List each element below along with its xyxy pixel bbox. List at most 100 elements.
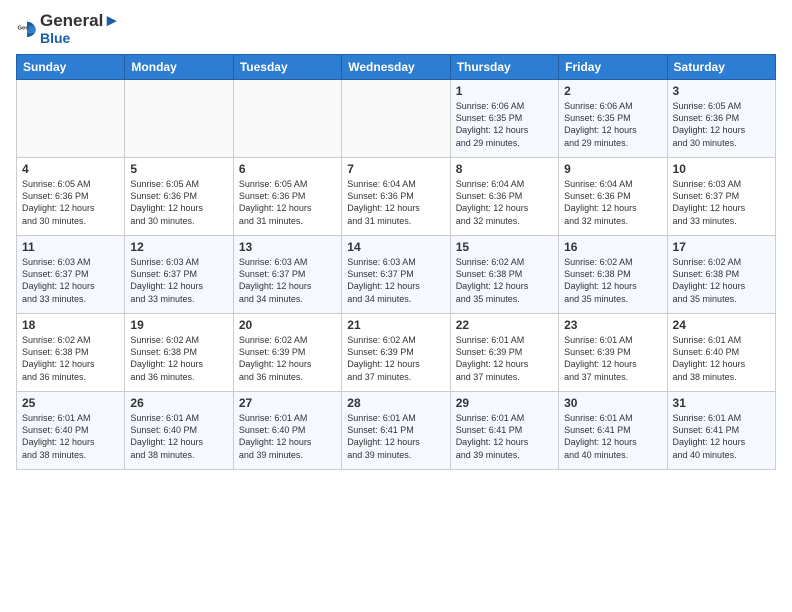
day-info: Sunrise: 6:02 AM Sunset: 6:38 PM Dayligh…	[22, 334, 119, 383]
calendar-cell: 27 Sunrise: 6:01 AM Sunset: 6:40 PM Dayli…	[233, 392, 341, 470]
calendar-cell: 10 Sunrise: 6:03 AM Sunset: 6:37 PM Dayli…	[667, 158, 775, 236]
day-info: Sunrise: 6:06 AM Sunset: 6:35 PM Dayligh…	[456, 100, 553, 149]
calendar-cell: 6Sunrise: 6:05 AM Sunset: 6:36 PM Daylig…	[233, 158, 341, 236]
day-number: 12	[130, 240, 227, 254]
calendar-cell: 20Sunrise: 6:02 AM Sunset: 6:39 PM Dayli…	[233, 314, 341, 392]
day-info: Sunrise: 6:02 AM Sunset: 6:39 PM Dayligh…	[347, 334, 444, 383]
day-number: 7	[347, 162, 444, 176]
day-info: Sunrise: 6:02 AM Sunset: 6:38 PM Dayligh…	[673, 256, 770, 305]
calendar-cell: 11 Sunrise: 6:03 AM Sunset: 6:37 PM Dayli…	[17, 236, 125, 314]
day-number: 23	[564, 318, 661, 332]
day-info: Sunrise: 6:04 AM Sunset: 6:36 PM Dayligh…	[347, 178, 444, 227]
logo: Gen General► Blue	[16, 12, 120, 46]
week-row-3: 11 Sunrise: 6:03 AM Sunset: 6:37 PM Dayli…	[17, 236, 776, 314]
calendar-cell	[17, 80, 125, 158]
calendar-cell: 1 Sunrise: 6:06 AM Sunset: 6:35 PM Daylig…	[450, 80, 558, 158]
day-number: 4	[22, 162, 119, 176]
calendar-cell: 18 Sunrise: 6:02 AM Sunset: 6:38 PM Dayli…	[17, 314, 125, 392]
day-number: 18	[22, 318, 119, 332]
svg-text:Gen: Gen	[17, 26, 29, 32]
weekday-header-wednesday: Wednesday	[342, 55, 450, 80]
day-info: Sunrise: 6:01 AM Sunset: 6:40 PM Dayligh…	[22, 412, 119, 461]
day-number: 26	[130, 396, 227, 410]
day-info: Sunrise: 6:01 AM Sunset: 6:40 PM Dayligh…	[239, 412, 336, 461]
calendar-cell: 13 Sunrise: 6:03 AM Sunset: 6:37 PM Dayli…	[233, 236, 341, 314]
calendar-cell: 7 Sunrise: 6:04 AM Sunset: 6:36 PM Daylig…	[342, 158, 450, 236]
calendar-cell: 12 Sunrise: 6:03 AM Sunset: 6:37 PM Dayli…	[125, 236, 233, 314]
day-number: 15	[456, 240, 553, 254]
calendar-cell: 19 Sunrise: 6:02 AM Sunset: 6:38 PM Dayli…	[125, 314, 233, 392]
day-number: 27	[239, 396, 336, 410]
day-info: Sunrise: 6:01 AM Sunset: 6:41 PM Dayligh…	[564, 412, 661, 461]
day-number: 13	[239, 240, 336, 254]
day-number: 14	[347, 240, 444, 254]
day-number: 25	[22, 396, 119, 410]
calendar-cell: 4 Sunrise: 6:05 AM Sunset: 6:36 PM Daylig…	[17, 158, 125, 236]
day-info: Sunrise: 6:01 AM Sunset: 6:41 PM Dayligh…	[456, 412, 553, 461]
calendar-cell: 21Sunrise: 6:02 AM Sunset: 6:39 PM Dayli…	[342, 314, 450, 392]
day-info: Sunrise: 6:02 AM Sunset: 6:38 PM Dayligh…	[130, 334, 227, 383]
day-number: 29	[456, 396, 553, 410]
day-number: 11	[22, 240, 119, 254]
day-info: Sunrise: 6:04 AM Sunset: 6:36 PM Dayligh…	[564, 178, 661, 227]
calendar-cell: 8 Sunrise: 6:04 AM Sunset: 6:36 PM Daylig…	[450, 158, 558, 236]
day-info: Sunrise: 6:03 AM Sunset: 6:37 PM Dayligh…	[22, 256, 119, 305]
day-info: Sunrise: 6:04 AM Sunset: 6:36 PM Dayligh…	[456, 178, 553, 227]
calendar-cell: 22 Sunrise: 6:01 AM Sunset: 6:39 PM Dayli…	[450, 314, 558, 392]
logo-icon: Gen	[16, 18, 38, 40]
day-info: Sunrise: 6:03 AM Sunset: 6:37 PM Dayligh…	[673, 178, 770, 227]
day-info: Sunrise: 6:01 AM Sunset: 6:39 PM Dayligh…	[456, 334, 553, 383]
day-number: 17	[673, 240, 770, 254]
header: Gen General► Blue	[16, 12, 776, 46]
day-number: 1	[456, 84, 553, 98]
day-info: Sunrise: 6:01 AM Sunset: 6:40 PM Dayligh…	[673, 334, 770, 383]
day-info: Sunrise: 6:06 AM Sunset: 6:35 PM Dayligh…	[564, 100, 661, 149]
calendar-cell: 26 Sunrise: 6:01 AM Sunset: 6:40 PM Dayli…	[125, 392, 233, 470]
day-info: Sunrise: 6:02 AM Sunset: 6:38 PM Dayligh…	[564, 256, 661, 305]
day-info: Sunrise: 6:03 AM Sunset: 6:37 PM Dayligh…	[347, 256, 444, 305]
day-number: 19	[130, 318, 227, 332]
calendar-cell	[233, 80, 341, 158]
calendar-cell: 5Sunrise: 6:05 AM Sunset: 6:36 PM Daylig…	[125, 158, 233, 236]
day-number: 28	[347, 396, 444, 410]
weekday-header-tuesday: Tuesday	[233, 55, 341, 80]
calendar-cell: 30 Sunrise: 6:01 AM Sunset: 6:41 PM Dayli…	[559, 392, 667, 470]
day-number: 24	[673, 318, 770, 332]
day-number: 2	[564, 84, 661, 98]
day-info: Sunrise: 6:02 AM Sunset: 6:39 PM Dayligh…	[239, 334, 336, 383]
day-info: Sunrise: 6:05 AM Sunset: 6:36 PM Dayligh…	[22, 178, 119, 227]
day-number: 6	[239, 162, 336, 176]
day-info: Sunrise: 6:03 AM Sunset: 6:37 PM Dayligh…	[239, 256, 336, 305]
day-info: Sunrise: 6:02 AM Sunset: 6:38 PM Dayligh…	[456, 256, 553, 305]
day-info: Sunrise: 6:03 AM Sunset: 6:37 PM Dayligh…	[130, 256, 227, 305]
day-info: Sunrise: 6:01 AM Sunset: 6:41 PM Dayligh…	[347, 412, 444, 461]
day-number: 31	[673, 396, 770, 410]
day-number: 30	[564, 396, 661, 410]
calendar-cell	[342, 80, 450, 158]
day-number: 9	[564, 162, 661, 176]
calendar-cell: 15 Sunrise: 6:02 AM Sunset: 6:38 PM Dayli…	[450, 236, 558, 314]
calendar-cell: 31 Sunrise: 6:01 AM Sunset: 6:41 PM Dayli…	[667, 392, 775, 470]
weekday-header-friday: Friday	[559, 55, 667, 80]
calendar-cell: 23Sunrise: 6:01 AM Sunset: 6:39 PM Dayli…	[559, 314, 667, 392]
day-number: 8	[456, 162, 553, 176]
page: Gen General► Blue SundayMondayTuesdayWed…	[0, 0, 792, 480]
day-info: Sunrise: 6:01 AM Sunset: 6:41 PM Dayligh…	[673, 412, 770, 461]
day-number: 5	[130, 162, 227, 176]
calendar-table: SundayMondayTuesdayWednesdayThursdayFrid…	[16, 54, 776, 470]
day-number: 3	[673, 84, 770, 98]
calendar-cell: 25 Sunrise: 6:01 AM Sunset: 6:40 PM Dayli…	[17, 392, 125, 470]
week-row-1: 1 Sunrise: 6:06 AM Sunset: 6:35 PM Daylig…	[17, 80, 776, 158]
day-info: Sunrise: 6:01 AM Sunset: 6:40 PM Dayligh…	[130, 412, 227, 461]
week-row-5: 25 Sunrise: 6:01 AM Sunset: 6:40 PM Dayli…	[17, 392, 776, 470]
day-number: 10	[673, 162, 770, 176]
weekday-header-saturday: Saturday	[667, 55, 775, 80]
week-row-2: 4 Sunrise: 6:05 AM Sunset: 6:36 PM Daylig…	[17, 158, 776, 236]
calendar-cell: 2 Sunrise: 6:06 AM Sunset: 6:35 PM Daylig…	[559, 80, 667, 158]
weekday-header-monday: Monday	[125, 55, 233, 80]
week-row-4: 18 Sunrise: 6:02 AM Sunset: 6:38 PM Dayli…	[17, 314, 776, 392]
calendar-cell: 16Sunrise: 6:02 AM Sunset: 6:38 PM Dayli…	[559, 236, 667, 314]
calendar-cell: 29 Sunrise: 6:01 AM Sunset: 6:41 PM Dayli…	[450, 392, 558, 470]
weekday-header-sunday: Sunday	[17, 55, 125, 80]
day-number: 22	[456, 318, 553, 332]
